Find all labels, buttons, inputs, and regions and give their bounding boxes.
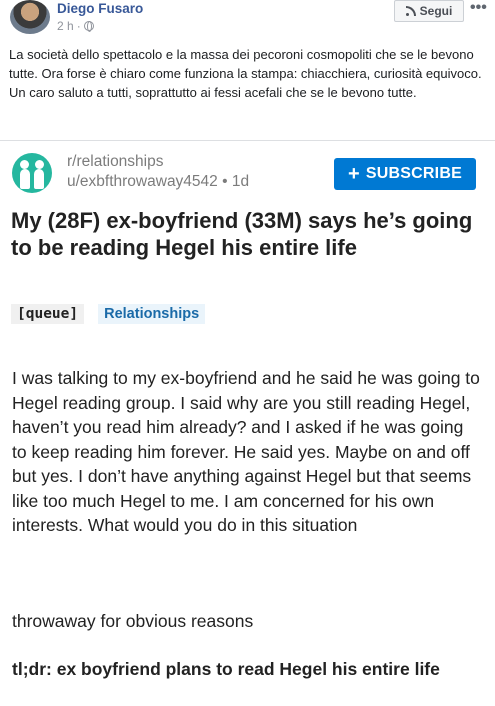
meta-separator: · — [76, 19, 81, 33]
post-time[interactable]: 2 h — [57, 19, 74, 33]
subscribe-button: + SUBSCRIBE — [334, 158, 476, 190]
reddit-screenshot: r/relationships u/exbfthrowaway4542 • 1d… — [0, 140, 495, 706]
reddit-post-body: I was talking to my ex-boyfriend and he … — [12, 368, 480, 535]
subreddit-name: r/relationships — [67, 153, 164, 170]
tag-queue: [queue] — [11, 304, 85, 324]
follow-button[interactable]: Segui — [394, 0, 464, 22]
reddit-post-title: My (28F) ex-boyfriend (33M) says he’s go… — [11, 208, 473, 260]
plus-icon: + — [348, 163, 360, 185]
author-name[interactable]: Diego Fusaro — [57, 1, 143, 16]
avatar[interactable] — [10, 0, 50, 34]
relationships-subreddit-icon — [12, 153, 52, 193]
rss-icon — [405, 6, 416, 16]
post-age: 1d — [231, 173, 250, 190]
reddit-post-tldr: tl;dr: ex boyfriend plans to read Hegel … — [12, 659, 440, 679]
reddit-post-note: throwaway for obvious reasons — [12, 611, 254, 631]
post-text: La società dello spettacolo e la massa d… — [9, 47, 482, 100]
post-flair-tags: [queue] Relationships — [11, 304, 206, 324]
more-icon[interactable]: ••• — [470, 0, 487, 17]
follow-label: Segui — [419, 4, 453, 18]
post-header: Diego Fusaro 2 h · Segui ••• — [0, 0, 495, 40]
post-user-line: u/exbfthrowaway4542 • 1d — [67, 173, 250, 190]
tag-relationships: Relationships — [98, 304, 206, 324]
post-meta: 2 h · — [57, 19, 94, 33]
post-username: u/exbfthrowaway4542 — [67, 173, 218, 190]
globe-icon — [83, 21, 94, 32]
subscribe-label: SUBSCRIBE — [365, 165, 462, 182]
